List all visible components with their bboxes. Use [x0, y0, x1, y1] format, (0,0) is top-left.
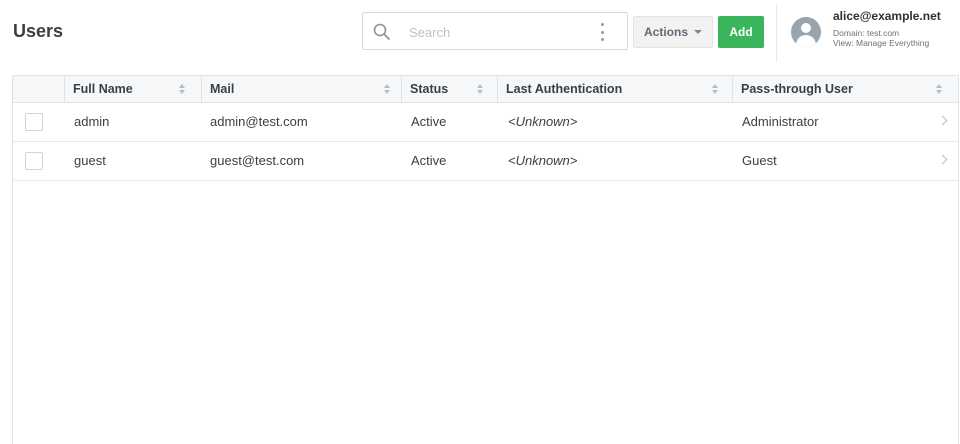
table-row[interactable]: admin admin@test.com Active <Unknown> Ad… — [13, 103, 958, 142]
users-table: Full Name Mail Status Last Authenticatio… — [12, 75, 959, 444]
cell-last-authentication: <Unknown> — [508, 114, 578, 129]
caret-down-icon — [694, 30, 702, 34]
sort-icon — [712, 84, 720, 94]
add-button[interactable]: Add — [718, 16, 764, 48]
cell-mail: guest@test.com — [210, 153, 305, 168]
column-label: Full Name — [73, 82, 133, 96]
cell-status: Active — [411, 153, 447, 168]
header-divider — [776, 4, 777, 62]
sort-icon — [477, 84, 485, 94]
user-email[interactable]: alice@example.net — [833, 9, 941, 23]
table-row[interactable]: guest guest@test.com Active <Unknown> Gu… — [13, 142, 958, 181]
cell-full-name: guest — [74, 153, 106, 168]
table-header: Full Name Mail Status Last Authenticatio… — [13, 76, 958, 103]
actions-dropdown-button[interactable]: Actions — [633, 16, 713, 48]
column-header-last-authentication[interactable]: Last Authentication — [497, 76, 732, 102]
cell-last-authentication: <Unknown> — [508, 153, 578, 168]
column-header-pass-through-user[interactable]: Pass-through User — [732, 76, 958, 102]
sort-icon — [179, 84, 187, 94]
search-input[interactable] — [409, 21, 589, 43]
sort-icon — [936, 84, 944, 94]
user-domain: Domain: test.com — [833, 28, 900, 38]
column-label: Status — [410, 82, 449, 96]
cell-pass-through-user: Guest — [742, 153, 777, 168]
column-label: Mail — [210, 82, 235, 96]
search-box[interactable] — [362, 12, 628, 50]
column-header-status[interactable]: Status — [401, 76, 497, 102]
actions-label: Actions — [643, 25, 688, 39]
page-header: Users Actions Add alice@example.net Doma… — [0, 0, 960, 66]
cell-mail: admin@test.com — [210, 114, 308, 129]
cell-pass-through-user: Administrator — [742, 114, 819, 129]
row-checkbox[interactable] — [25, 113, 43, 131]
chevron-right-icon[interactable] — [937, 115, 948, 126]
cell-full-name: admin — [74, 114, 110, 129]
user-view: View: Manage Everything — [833, 38, 930, 48]
column-label: Last Authentication — [506, 82, 623, 96]
search-icon — [373, 23, 390, 40]
column-header-mail[interactable]: Mail — [201, 76, 401, 102]
more-options-icon[interactable] — [599, 23, 605, 41]
row-checkbox[interactable] — [25, 152, 43, 170]
sort-icon — [384, 84, 392, 94]
page-title: Users — [13, 21, 64, 41]
chevron-right-icon[interactable] — [937, 154, 948, 165]
column-header-full-name[interactable]: Full Name — [64, 76, 201, 102]
cell-status: Active — [411, 114, 447, 129]
column-label: Pass-through User — [741, 82, 853, 96]
avatar-icon[interactable] — [791, 17, 821, 47]
